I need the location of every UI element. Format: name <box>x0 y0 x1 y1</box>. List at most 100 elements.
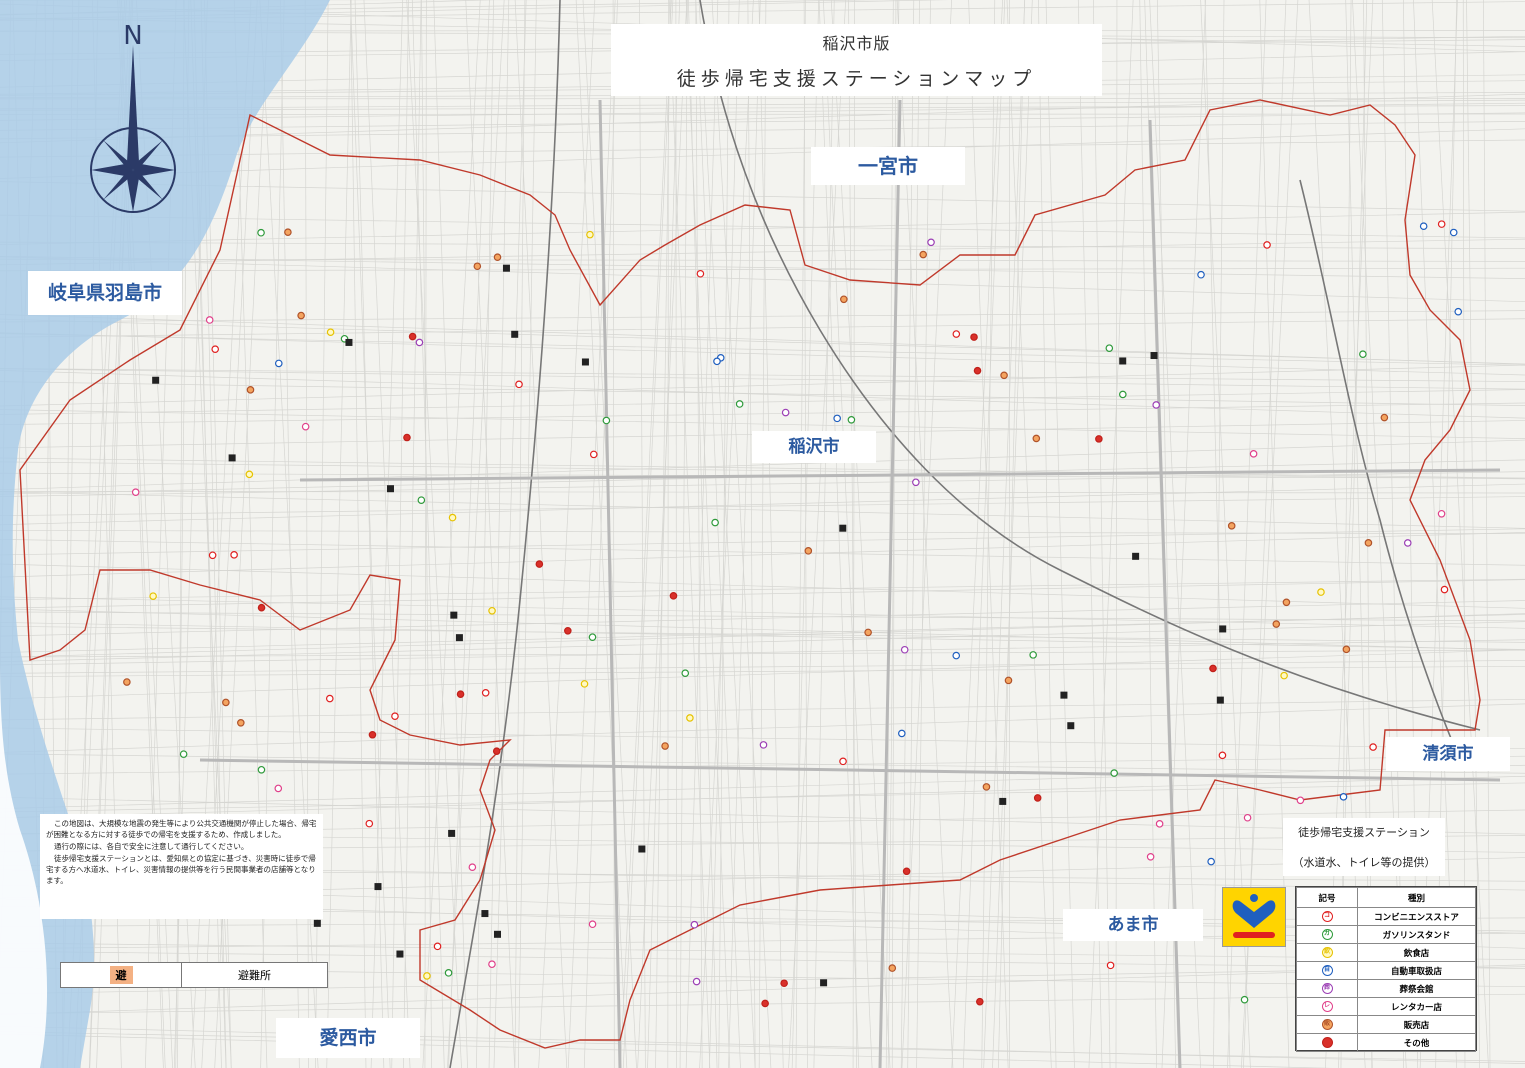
station-marker[interactable] <box>1209 664 1217 673</box>
station-marker[interactable] <box>205 316 214 324</box>
station-marker[interactable] <box>301 422 310 431</box>
shelter-marker[interactable] <box>481 910 489 918</box>
shelter-marker[interactable] <box>448 829 456 837</box>
station-marker[interactable] <box>1240 995 1249 1004</box>
shelter-marker[interactable] <box>396 950 404 958</box>
station-marker[interactable] <box>952 330 961 338</box>
station-marker[interactable] <box>589 450 598 459</box>
station-marker[interactable] <box>403 433 411 442</box>
station-marker[interactable] <box>690 920 699 929</box>
station-marker[interactable] <box>973 366 982 375</box>
station-marker[interactable] <box>804 547 813 555</box>
station-marker[interactable] <box>580 680 589 688</box>
station-marker[interactable] <box>839 757 847 766</box>
shelter-marker[interactable] <box>345 338 353 346</box>
station-marker[interactable] <box>230 551 238 559</box>
station-marker[interactable] <box>1359 350 1367 358</box>
station-marker[interactable] <box>1106 961 1115 970</box>
shelter-marker[interactable] <box>455 634 463 642</box>
station-marker[interactable] <box>448 513 457 522</box>
station-marker[interactable] <box>1280 671 1288 680</box>
station-marker[interactable] <box>325 694 334 703</box>
shelter-marker[interactable] <box>839 524 847 532</box>
station-marker[interactable] <box>696 269 705 278</box>
station-marker[interactable] <box>761 999 769 1008</box>
station-marker[interactable] <box>588 920 597 929</box>
station-marker[interactable] <box>759 741 768 749</box>
station-marker[interactable] <box>257 603 266 612</box>
station-marker[interactable] <box>535 560 544 568</box>
station-marker[interactable] <box>681 669 690 677</box>
station-marker[interactable] <box>1004 676 1013 685</box>
station-marker[interactable] <box>423 972 431 980</box>
station-marker[interactable] <box>902 867 911 876</box>
station-marker[interactable] <box>123 678 131 686</box>
station-marker[interactable] <box>927 238 935 247</box>
station-marker[interactable] <box>1272 620 1281 628</box>
station-marker[interactable] <box>515 380 523 389</box>
station-marker[interactable] <box>1339 793 1348 801</box>
station-marker[interactable] <box>492 747 501 755</box>
station-marker[interactable] <box>781 408 790 417</box>
station-marker[interactable] <box>1152 401 1160 409</box>
shelter-marker[interactable] <box>581 358 589 366</box>
station-marker[interactable] <box>415 338 424 347</box>
station-marker[interactable] <box>1110 769 1118 777</box>
station-marker[interactable] <box>952 651 961 660</box>
station-marker[interactable] <box>1249 450 1258 458</box>
station-marker[interactable] <box>1155 820 1164 828</box>
station-marker[interactable] <box>564 626 572 635</box>
station-marker[interactable] <box>257 228 265 237</box>
station-marker[interactable] <box>864 628 872 637</box>
shelter-marker[interactable] <box>450 611 458 619</box>
station-marker[interactable] <box>1369 743 1377 751</box>
station-marker[interactable] <box>588 633 597 641</box>
shelter-marker[interactable] <box>374 883 382 891</box>
shelter-marker[interactable] <box>228 454 236 462</box>
station-marker[interactable] <box>1380 413 1389 422</box>
station-marker[interactable] <box>297 311 305 320</box>
station-marker[interactable] <box>326 328 335 336</box>
station-marker[interactable] <box>488 960 496 969</box>
station-marker[interactable] <box>982 783 991 791</box>
station-marker[interactable] <box>237 718 245 727</box>
station-marker[interactable] <box>1403 539 1412 547</box>
station-marker[interactable] <box>493 253 502 262</box>
station-marker[interactable] <box>274 784 283 793</box>
station-marker[interactable] <box>456 690 465 698</box>
station-marker[interactable] <box>1000 371 1008 380</box>
station-marker[interactable] <box>912 478 920 487</box>
station-marker[interactable] <box>365 819 374 828</box>
station-marker[interactable] <box>488 606 496 615</box>
shelter-marker[interactable] <box>1119 357 1127 365</box>
station-marker[interactable] <box>888 964 897 972</box>
shelter-marker[interactable] <box>386 485 394 493</box>
station-marker[interactable] <box>1263 241 1271 249</box>
shelter-marker[interactable] <box>1132 552 1140 560</box>
station-marker[interactable] <box>368 730 377 739</box>
station-marker[interactable] <box>1119 390 1127 399</box>
station-marker[interactable] <box>1449 228 1458 237</box>
station-marker[interactable] <box>1197 270 1205 279</box>
station-marker[interactable] <box>149 592 157 600</box>
station-marker[interactable] <box>211 345 220 353</box>
station-marker[interactable] <box>444 969 453 977</box>
station-marker[interactable] <box>1282 598 1291 607</box>
station-marker[interactable] <box>408 332 417 341</box>
station-marker[interactable] <box>468 863 477 872</box>
station-marker[interactable] <box>1419 222 1428 231</box>
station-marker[interactable] <box>1227 522 1236 530</box>
station-marker[interactable] <box>481 688 490 697</box>
station-marker[interactable] <box>669 592 678 600</box>
shelter-marker[interactable] <box>638 845 646 853</box>
station-marker[interactable] <box>1032 434 1041 443</box>
station-marker[interactable] <box>713 357 721 366</box>
station-marker[interactable] <box>1364 539 1373 547</box>
station-marker[interactable] <box>661 742 669 750</box>
station-marker[interactable] <box>833 414 841 423</box>
station-marker[interactable] <box>246 386 255 394</box>
shelter-marker[interactable] <box>1219 625 1227 633</box>
shelter-marker[interactable] <box>999 797 1007 805</box>
station-marker[interactable] <box>1454 307 1463 316</box>
shelter-marker[interactable] <box>820 979 828 987</box>
